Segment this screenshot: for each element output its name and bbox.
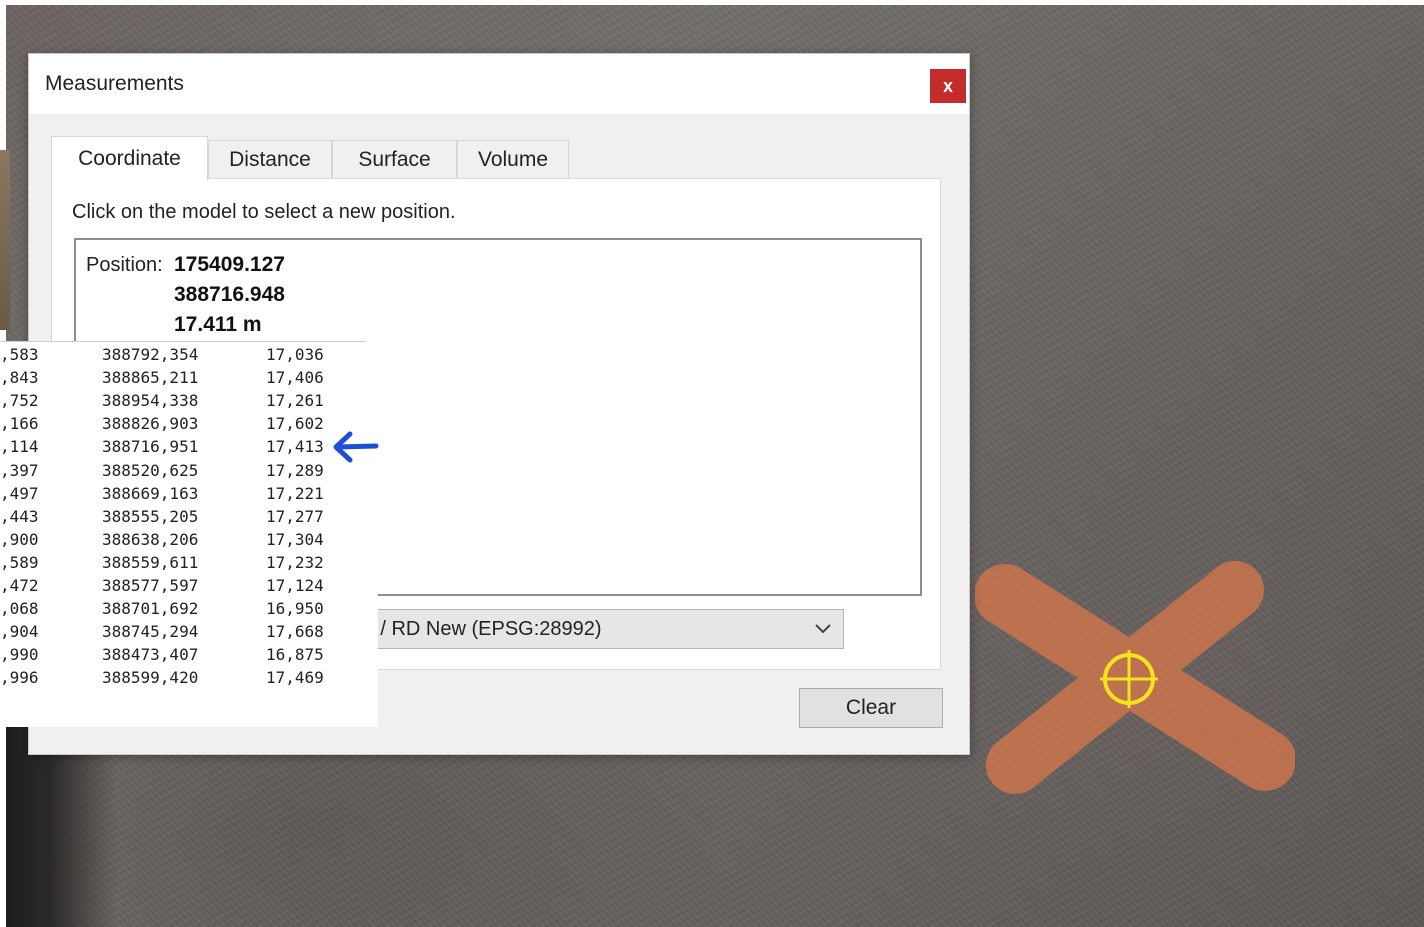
table-cell-y: 388473,407 [102,645,199,665]
table-cell-z: 17,124 [266,576,324,595]
position-z: 17.411 m [174,313,262,336]
table-cell-x: ,443 [0,506,39,526]
dialog-title: Measurements [45,72,184,95]
crosshair-icon [1100,650,1158,708]
table-row: ,397 388520,625 17,289 [0,461,340,484]
terrain-edge [0,150,10,330]
table-cell-y: 388577,597 [102,576,199,595]
table-cell-x: ,990 [0,645,39,665]
table-cell-z: 17,602 [266,414,324,434]
table-cell-x: ,589 [0,552,39,572]
table-cell-z: 17,406 [266,368,324,388]
table-cell-z: 17,304 [266,529,324,549]
table-cell-x: ,904 [0,622,39,642]
table-cell-x: ,752 [0,391,39,411]
table-row: ,114 388716,951 17,413 [0,437,340,460]
tab-distance[interactable]: Distance [208,140,332,178]
table-cell-y: 388701,692 [102,599,199,619]
table-cell-z: 17,232 [266,552,324,572]
table-cell-y: 388865,211 [102,368,199,388]
table-cell-y: 388745,294 [102,622,199,642]
table-cell-y: 388669,163 [102,483,199,503]
table-cell-z: 16,875 [266,645,324,665]
table-cell-z: 17,469 [266,668,324,688]
table-row: ,990 388473,407 16,875 [0,645,340,668]
close-button[interactable]: x [930,69,966,103]
tab-label: Volume [477,147,549,171]
table-row: ,589 388559,611 17,232 [0,553,340,576]
table-cell-x: ,996 [0,668,39,688]
table-row: ,752 388954,338 17,261 [0,391,340,414]
table-cell-y: 388792,354 [102,345,199,364]
table-cell-x: ,583 [0,345,39,364]
table-row: ,900 388638,206 17,304 [0,530,340,553]
table-row: ,166 388826,903 17,602 [0,414,340,437]
table-cell-z: 17,261 [266,391,324,411]
tab-coordinate[interactable]: Coordinate [51,136,208,180]
table-cell-z: 17,036 [266,345,324,364]
table-cell-z: 16,950 [266,599,324,619]
instruction-text: Click on the model to select a new posit… [72,201,456,223]
table-row: ,996 388599,420 17,469 [0,668,340,691]
table-cell-y: 388716,951 [102,437,199,457]
table-cell-y: 388638,206 [102,529,199,549]
tab-surface[interactable]: Surface [332,140,457,178]
overlay-divider [0,341,366,342]
table-cell-y: 388954,338 [102,391,199,411]
tab-label: Coordinate [78,146,181,170]
position-y: 388716.948 [174,283,285,306]
clear-label: Clear [845,696,897,719]
table-cell-x: ,843 [0,368,39,388]
table-row: ,843 388865,211 17,406 [0,368,340,391]
table-row: ,068 388701,692 16,950 [0,599,340,622]
table-cell-x: ,472 [0,576,39,595]
tab-label: Surface [358,147,431,171]
chevron-down-icon [815,624,831,634]
table-cell-z: 17,668 [266,622,324,642]
table-cell-x: ,900 [0,529,39,549]
table-cell-y: 388559,611 [102,552,199,572]
table-cell-x: ,497 [0,483,39,503]
table-row: ,472 388577,597 17,124 [0,576,340,599]
arrow-left-icon [333,431,379,463]
table-cell-x: ,397 [0,460,39,480]
table-row: ,583 388792,354 17,036 [0,345,340,368]
table-cell-z: 17,413 [266,437,324,457]
table-cell-x: ,166 [0,414,39,434]
table-cell-y: 388599,420 [102,668,199,688]
coordinates-table-overlay: ,583 388792,354 17,036 ,843 388865,211 17,406… [0,341,378,727]
table-cell-x: ,114 [0,437,39,457]
table-cell-z: 17,289 [266,460,324,480]
tab-volume[interactable]: Volume [457,140,569,178]
table-row: ,443 388555,205 17,277 [0,507,340,530]
table-row: ,497 388669,163 17,221 [0,484,340,507]
table-cell-z: 17,221 [266,483,324,503]
dialog-titlebar: Measurements x [29,54,969,114]
tab-label: Distance [229,147,311,171]
table-cell-y: 388555,205 [102,506,199,526]
table-cell-y: 388826,903 [102,414,199,434]
close-icon: x [942,75,953,96]
table-cell-y: 388520,625 [102,460,199,480]
shadow-area [6,725,116,927]
table-row: ,904 388745,294 17,668 [0,622,340,645]
position-x: 175409.127 [174,253,285,276]
position-label: Position: [86,254,163,276]
clear-button[interactable]: Clear [799,688,943,728]
crs-select[interactable]: ersfoort / RD New (EPSG:28992) [296,609,844,649]
table-cell-z: 17,277 [266,506,324,526]
table-cell-x: ,068 [0,599,39,619]
